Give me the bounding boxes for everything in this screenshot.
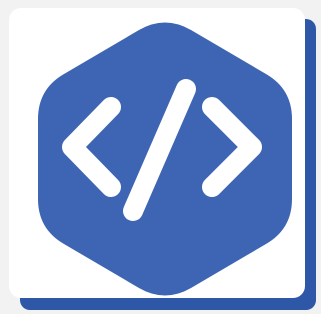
code-icon xyxy=(38,22,292,296)
app-icon[interactable] xyxy=(0,0,321,314)
